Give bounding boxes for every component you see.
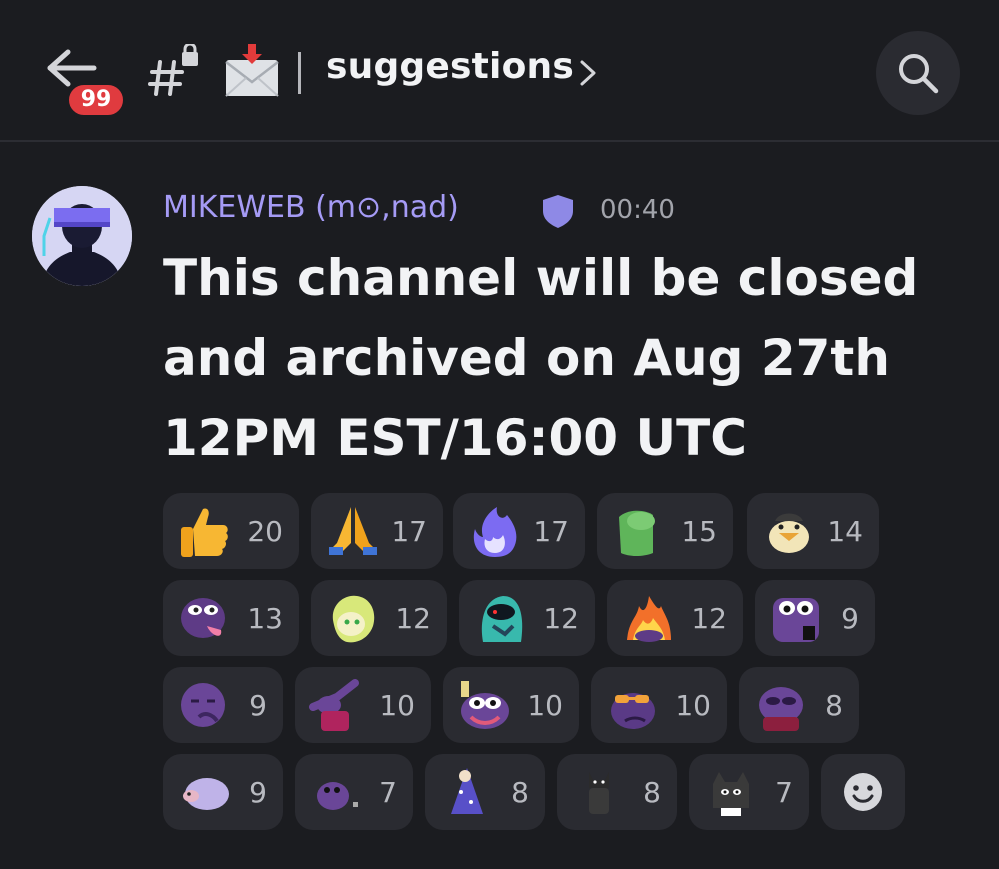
reaction-count: 10 (527, 689, 563, 722)
reaction-pill[interactable]: 13 (163, 580, 299, 656)
reaction-count: 13 (247, 602, 283, 635)
tiny-pepe-icon (317, 782, 358, 810)
sunglasses-pepe-icon (611, 693, 655, 729)
avatar[interactable] (32, 186, 132, 286)
reaction-pill[interactable]: 10 (591, 667, 727, 743)
reaction-count: 9 (249, 689, 267, 722)
wizard-icon (451, 768, 483, 814)
reaction-pill[interactable]: 20 (163, 493, 299, 569)
reaction-pill[interactable]: 8 (425, 754, 545, 830)
reaction-count: 17 (533, 515, 569, 548)
reaction-pill[interactable]: 8 (557, 754, 677, 830)
black-cat-icon (713, 772, 749, 816)
message-line: and archived on Aug 27th (163, 329, 890, 387)
reaction-count: 8 (825, 689, 843, 722)
message-body: This channel will be closed and archived… (163, 238, 963, 478)
reaction-count: 12 (543, 602, 579, 635)
reaction-count: 7 (379, 776, 397, 809)
inbox-tray-icon (222, 42, 282, 100)
reaction-count: 7 (775, 776, 793, 809)
reaction-count: 9 (841, 602, 859, 635)
reaction-count: 12 (395, 602, 431, 635)
reaction-count: 8 (511, 776, 529, 809)
reaction-count: 10 (675, 689, 711, 722)
reaction-pill[interactable]: 7 (689, 754, 809, 830)
reaction-pill[interactable]: 7 (295, 754, 413, 830)
search-button[interactable] (876, 31, 960, 115)
reaction-count: 15 (681, 515, 717, 548)
teal-alien-icon (481, 596, 523, 642)
chevron-right-icon[interactable] (576, 58, 600, 88)
cat-figure-icon (589, 772, 609, 814)
channel-name[interactable]: suggestions (326, 46, 574, 87)
dab-pepe-icon (309, 679, 359, 731)
duck-icon (769, 513, 809, 553)
green-anime-icon (332, 595, 375, 643)
shield-icon (540, 193, 576, 229)
reaction-pill[interactable]: 9 (163, 667, 283, 743)
reaction-count: 14 (827, 515, 863, 548)
reaction-pill[interactable]: 15 (597, 493, 733, 569)
folded-hands-icon (329, 507, 377, 555)
reaction-pill[interactable]: 12 (459, 580, 595, 656)
sad-pepe-icon (759, 687, 803, 731)
reaction-count: 12 (691, 602, 727, 635)
unread-badge: 99 (66, 82, 126, 118)
hedgehog-icon (183, 778, 229, 810)
reaction-pill[interactable]: 10 (295, 667, 431, 743)
add-reaction-button[interactable] (821, 754, 905, 830)
burning-pepe-icon (627, 596, 671, 642)
reaction-count: 17 (391, 515, 427, 548)
header-divider (298, 52, 301, 94)
reaction-pill[interactable]: 12 (311, 580, 447, 656)
message-line: This channel will be closed (163, 249, 919, 307)
reaction-count: 9 (249, 776, 267, 809)
smiley-add-icon (844, 773, 882, 811)
locked-channel-icon (148, 42, 204, 100)
reaction-pill[interactable]: 9 (163, 754, 283, 830)
reaction-pill[interactable]: 17 (311, 493, 443, 569)
reaction-count: 8 (643, 776, 661, 809)
green-creature-icon (619, 510, 655, 556)
pepe-tongue-icon (181, 598, 225, 638)
search-icon (899, 54, 939, 94)
reaction-pill[interactable]: 10 (443, 667, 579, 743)
message-timestamp: 00:40 (600, 195, 675, 225)
message-line: 12PM EST/16:00 UTC (163, 409, 747, 467)
reaction-pill[interactable]: 8 (739, 667, 859, 743)
author-name[interactable]: MIKEWEB (m⊙,nad) (163, 190, 459, 225)
facepalm-pepe-icon (181, 683, 225, 727)
toast-pepe-icon (461, 681, 509, 729)
staring-pepe-icon (773, 598, 819, 642)
reaction-pill[interactable]: 17 (453, 493, 585, 569)
thumbs-up-icon (181, 508, 228, 557)
reaction-pill[interactable]: 14 (747, 493, 879, 569)
reaction-pill[interactable]: 9 (755, 580, 875, 656)
reaction-pill[interactable]: 12 (607, 580, 743, 656)
purple-fire-icon (473, 507, 517, 557)
reaction-count: 20 (247, 515, 283, 548)
reaction-count: 10 (379, 689, 415, 722)
channel-header: 99 suggestions (0, 0, 999, 142)
